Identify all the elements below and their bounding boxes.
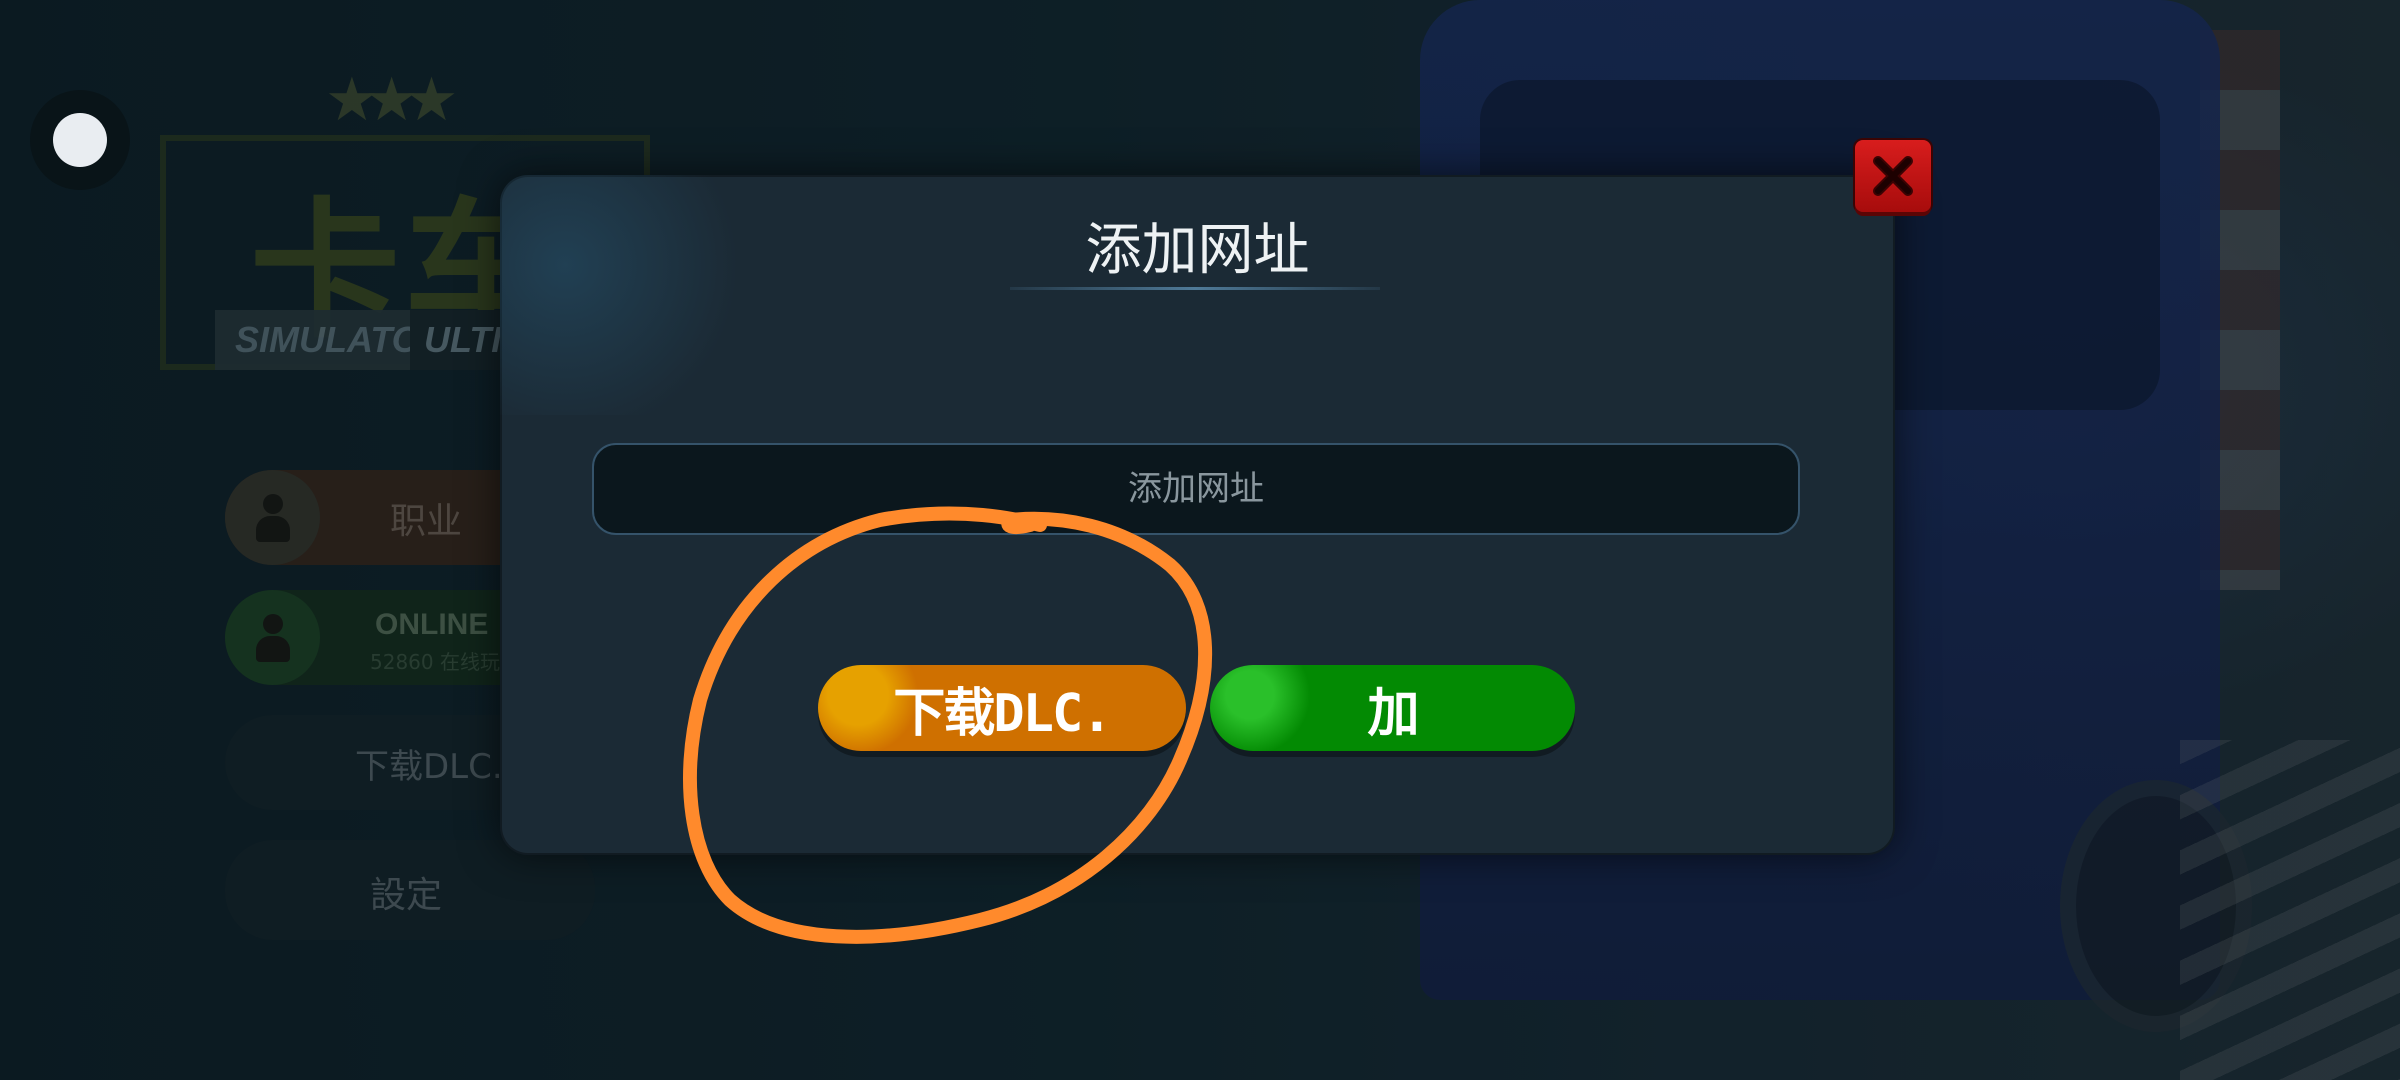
dialog-title: 添加网址 — [1085, 218, 1310, 283]
add-url-dialog: 添加网址 下载DLC. 加 — [500, 175, 1895, 855]
record-icon — [53, 113, 107, 167]
close-button[interactable] — [1855, 140, 1931, 212]
add-button[interactable]: 加 — [1210, 665, 1575, 751]
download-dlc-button[interactable]: 下载DLC. — [818, 665, 1186, 751]
close-icon — [1873, 156, 1913, 196]
add-button-label: 加 — [1367, 683, 1419, 744]
record-button[interactable] — [30, 90, 130, 190]
url-input[interactable] — [592, 443, 1800, 535]
title-underline — [1010, 287, 1380, 290]
download-dlc-label: 下载DLC. — [893, 683, 1112, 744]
